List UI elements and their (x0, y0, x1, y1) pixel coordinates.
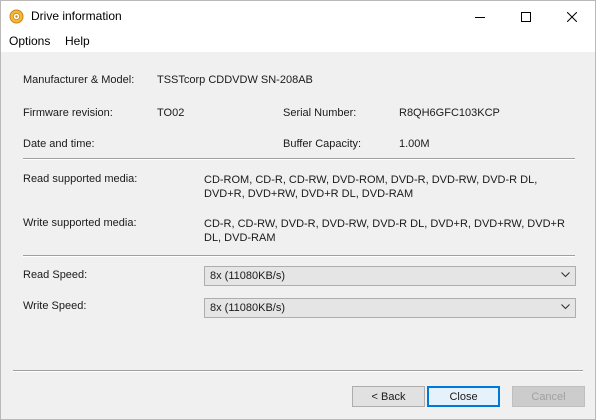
manufacturer-label: Manufacturer & Model: (23, 74, 135, 86)
buffer-value: 1.00M (399, 138, 430, 150)
menu-help[interactable]: Help (65, 34, 90, 48)
firmware-label: Firmware revision: (23, 107, 113, 119)
minimize-button[interactable] (457, 1, 503, 32)
write-speed-dropdown[interactable]: 8x (11080KB/s) (204, 298, 576, 318)
read-speed-dropdown[interactable]: 8x (11080KB/s) (204, 266, 576, 286)
close-window-button[interactable] (549, 1, 595, 32)
close-button[interactable]: Close (427, 386, 500, 407)
serial-value: R8QH6GFC103KCP (399, 107, 500, 119)
write-speed-label: Write Speed: (23, 300, 87, 312)
datetime-label: Date and time: (23, 138, 95, 150)
back-button[interactable]: < Back (352, 386, 425, 407)
read-media-label: Read supported media: (23, 173, 138, 185)
minimize-icon (475, 16, 485, 18)
firmware-value: TO02 (157, 107, 185, 119)
read-media-value: CD-ROM, CD-R, CD-RW, DVD-ROM, DVD-R, DVD… (204, 174, 538, 200)
title-bar: Drive information (1, 1, 595, 32)
chevron-down-icon (561, 272, 570, 278)
write-speed-value: 8x (11080KB/s) (210, 302, 286, 314)
write-media-label: Write supported media: (23, 217, 137, 229)
serial-label: Serial Number: (283, 107, 357, 119)
write-media-value: CD-R, CD-RW, DVD-R, DVD-RW, DVD-R DL, DV… (204, 218, 565, 244)
chevron-down-icon (561, 304, 570, 310)
buffer-label: Buffer Capacity: (283, 138, 362, 150)
menu-options[interactable]: Options (9, 34, 50, 48)
close-icon (567, 11, 577, 22)
dialog-content: Manufacturer & Model: TSSTcorp CDDVDW SN… (1, 52, 595, 419)
read-speed-value: 8x (11080KB/s) (210, 270, 286, 282)
maximize-icon (521, 11, 531, 22)
window-title: Drive information (31, 9, 122, 23)
manufacturer-value: TSSTcorp CDDVDW SN-208AB (157, 74, 313, 86)
read-speed-label: Read Speed: (23, 269, 88, 281)
disc-icon (9, 9, 24, 24)
separator-middle (23, 255, 575, 257)
cancel-button[interactable]: Cancel (512, 386, 585, 407)
maximize-button[interactable] (503, 1, 549, 32)
drive-information-window: Drive information Options Help Manufactu… (0, 0, 596, 420)
separator-top (23, 158, 575, 160)
menu-bar: Options Help (1, 32, 595, 52)
separator-bottom (13, 370, 583, 372)
